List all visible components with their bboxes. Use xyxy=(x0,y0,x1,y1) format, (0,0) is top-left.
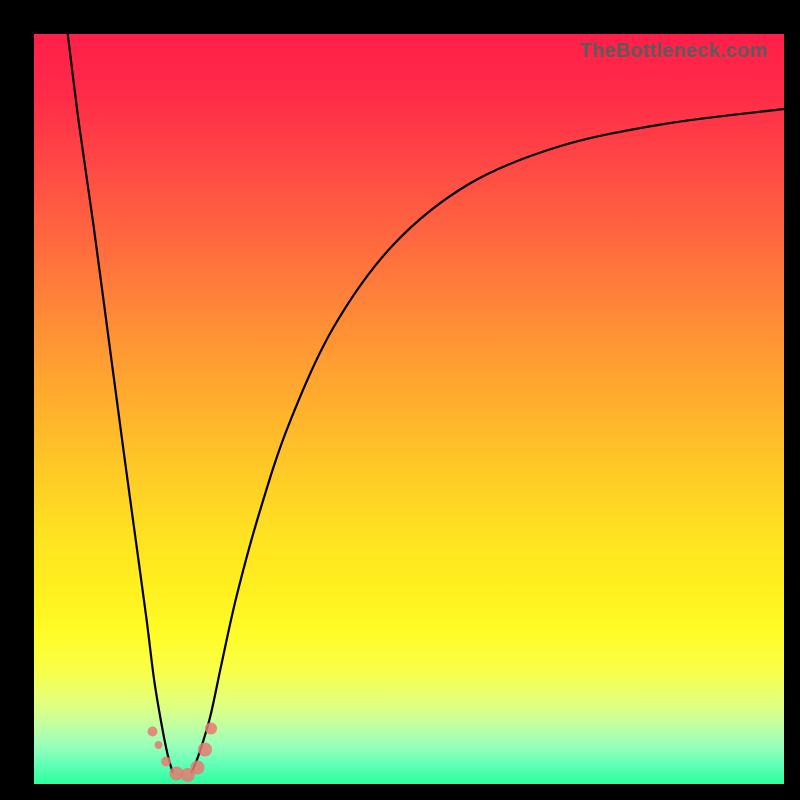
plot-area: TheBottleneck.com xyxy=(34,34,784,784)
data-marker xyxy=(198,743,212,757)
data-marker xyxy=(205,723,217,735)
chart-svg xyxy=(34,34,784,784)
data-marker xyxy=(155,741,163,749)
curve-left xyxy=(68,34,173,773)
data-marker xyxy=(191,761,205,775)
data-marker xyxy=(161,757,171,767)
curve-right xyxy=(192,109,785,773)
chart-frame: TheBottleneck.com xyxy=(0,0,800,800)
marker-group xyxy=(148,723,218,783)
data-marker xyxy=(148,727,158,737)
